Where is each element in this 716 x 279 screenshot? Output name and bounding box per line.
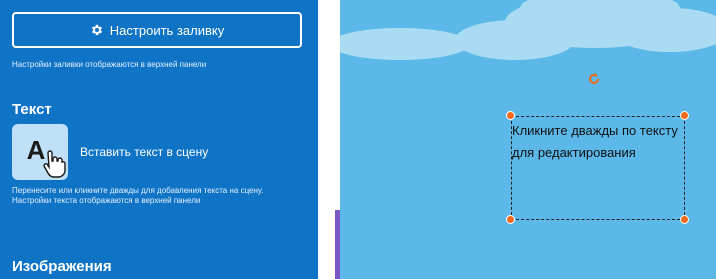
text-hint: Перенесите или кликните дважды для добав… xyxy=(12,186,264,205)
text-section-heading: Текст xyxy=(12,101,52,118)
resize-handle-bottom-right[interactable] xyxy=(680,215,689,224)
left-panel: Настроить заливку Настройки заливки отоб… xyxy=(0,0,318,279)
text-tool-tile[interactable]: A xyxy=(12,124,68,180)
rotate-icon[interactable] xyxy=(587,72,601,86)
images-section-heading: Изображения xyxy=(12,258,112,275)
cloud-decoration xyxy=(340,0,716,60)
configure-fill-label: Настроить заливку xyxy=(109,22,225,38)
hand-cursor-icon xyxy=(43,150,66,178)
text-object[interactable]: Кликните дважды по тексту для редактиров… xyxy=(511,116,685,220)
resize-handle-top-right[interactable] xyxy=(680,111,689,120)
scene-canvas[interactable]: Кликните дважды по тексту для редактиров… xyxy=(340,0,716,279)
fill-hint: Настройки заливки отображаются в верхней… xyxy=(12,60,207,69)
resize-handle-bottom-left[interactable] xyxy=(506,215,515,224)
text-object-content[interactable]: Кликните дважды по тексту для редактиров… xyxy=(512,120,686,164)
panel-divider xyxy=(318,0,335,279)
resize-handle-top-left[interactable] xyxy=(506,111,515,120)
configure-fill-button[interactable]: Настроить заливку xyxy=(12,12,302,48)
insert-text-label: Вставить текст в сцену xyxy=(80,145,209,159)
gear-icon xyxy=(91,24,102,36)
insert-text-button[interactable]: A Вставить текст в сцену xyxy=(12,122,292,182)
